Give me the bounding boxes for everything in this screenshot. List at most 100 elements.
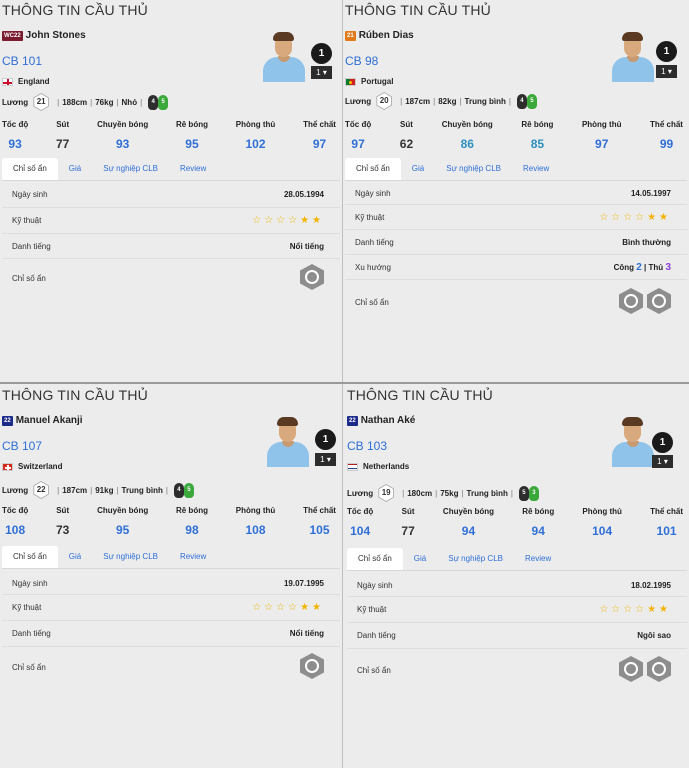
row-label: Danh tiếng [12, 629, 51, 638]
player-info-row: Lương 21 | 188cm | 76kg | Nhỏ | 4 5 [2, 93, 169, 111]
attribute-4: Rê bóng 98 [176, 506, 208, 537]
attribute-5: Phòng thủ 97 [582, 120, 622, 151]
level-select-button[interactable]: 1 ▾ [656, 65, 677, 78]
attribute-value: 97 [595, 137, 609, 151]
level-select-button[interactable]: 1 ▾ [311, 66, 332, 79]
right-foot-value: 5 [526, 93, 537, 109]
tab-review[interactable]: Review [512, 158, 560, 180]
flag-icon [2, 77, 13, 86]
tab-hidden-stats[interactable]: Chỉ số ẩn [345, 158, 401, 180]
tab-hidden-stats[interactable]: Chỉ số ẩn [2, 546, 58, 568]
nation-row: Switzerland [2, 462, 62, 471]
right-foot-value: 5 [158, 94, 169, 110]
tab-hidden-stats[interactable]: Chỉ số ẩn [347, 548, 403, 570]
attribute-value: 108 [5, 523, 26, 537]
card-title: THÔNG TIN CẦU THỦ [2, 2, 148, 18]
attribute-value: 95 [115, 523, 130, 537]
tab-price[interactable]: Giá [58, 158, 92, 180]
weight-value: 75kg [440, 488, 459, 498]
left-foot-value: 4 [148, 94, 159, 110]
attribute-label: Sút [56, 506, 70, 515]
attribute-6: Thể chất 99 [650, 120, 683, 151]
player-info-row: Lương 19 | 180cm | 75kg | Trung bình | 5… [347, 484, 539, 502]
chevron-down-icon: ▾ [661, 457, 668, 466]
attribute-3: Chuyền bóng 95 [97, 506, 148, 537]
tab-club-career[interactable]: Sự nghiệp CLB [437, 548, 514, 570]
reputation-value: Nổi tiếng [289, 629, 324, 638]
trait-icon-1[interactable] [619, 288, 643, 314]
left-foot-value: 5 [518, 485, 529, 501]
attribute-label: Sút [401, 507, 415, 516]
salary-label: Lương [2, 485, 29, 495]
info-tabs: Chỉ số ẩn Giá Sự nghiệp CLB Review [345, 158, 687, 181]
hidden-stats-row: Chỉ số ẩn [2, 647, 340, 687]
birth-date-row: Ngày sinh 18.02.1995 [347, 574, 687, 597]
row-label: Chỉ số ẩn [355, 297, 389, 307]
nation-name: England [18, 77, 50, 86]
row-label: Xu hướng [355, 262, 391, 272]
attribute-label: Chuyền bóng [97, 506, 149, 515]
attribute-value: 97 [312, 137, 327, 151]
main-attributes: Tốc độ 108 Sút 73 Chuyền bóng 95 Rê bóng 98 Phòn… [0, 506, 342, 537]
level-select-button[interactable]: 1 ▾ [315, 453, 336, 466]
trait-icon-2[interactable] [647, 288, 671, 314]
tab-price[interactable]: Giá [403, 548, 437, 570]
attribute-label: Rê bóng [521, 120, 554, 129]
row-label: Danh tiếng [355, 237, 394, 247]
trait-icon-1[interactable] [300, 653, 324, 679]
player-name: Manuel Akanji [15, 415, 83, 426]
attribute-label: Phòng thủ [235, 120, 276, 129]
info-tabs: Chỉ số ẩn Giá Sự nghiệp CLB Review [2, 158, 340, 181]
attribute-value: 97 [351, 137, 365, 151]
tab-review[interactable]: Review [169, 546, 217, 568]
weight-value: 91kg [95, 485, 114, 495]
tab-club-career[interactable]: Sự nghiệp CLB [435, 158, 512, 180]
attribute-label: Thể chất [650, 120, 683, 129]
row-label: Ngày sinh [355, 188, 391, 198]
tab-price[interactable]: Giá [401, 158, 435, 180]
reputation-row: Danh tiếng Bình thường [345, 230, 687, 255]
row-label: Kỹ thuật [355, 212, 385, 222]
body-type-value: Trung bình [464, 96, 506, 106]
player-name: Nathan Aké [360, 415, 416, 426]
tab-club-career[interactable]: Sự nghiệp CLB [92, 158, 169, 180]
birth-date-value: 19.07.1995 [283, 578, 324, 588]
player-card-panel: THÔNG TIN CẦU THỦ 22 Nathan Aké CB 103 N… [345, 385, 689, 768]
card-title: THÔNG TIN CẦU THỦ [345, 2, 491, 18]
trait-icon-1[interactable] [619, 656, 643, 682]
attribute-5: Phòng thủ 104 [582, 507, 622, 538]
tab-review[interactable]: Review [514, 548, 562, 570]
attribute-value: 94 [461, 524, 476, 538]
tab-review[interactable]: Review [169, 158, 217, 180]
trait-icon-2[interactable] [647, 656, 671, 682]
attribute-label: Chuyền bóng [441, 120, 493, 129]
attribute-value: 73 [55, 523, 70, 537]
row-label: Kỹ thuật [12, 216, 42, 225]
trait-icon-1[interactable] [300, 264, 324, 290]
attribute-label: Rê bóng [522, 507, 555, 516]
attribute-3: Chuyền bóng 86 [442, 120, 493, 151]
body-type-value: Nhỏ [121, 97, 138, 107]
player-card-panel: THÔNG TIN CẦU THỦ 21 Rúben Dias CB 98 Po… [343, 0, 689, 381]
row-label: Ngày sinh [357, 580, 393, 590]
tab-club-career[interactable]: Sự nghiệp CLB [92, 546, 169, 568]
hidden-traits [615, 656, 671, 684]
season-badge: 22 [2, 415, 13, 426]
attribute-value: 77 [55, 137, 70, 151]
level-select-button[interactable]: 1 ▾ [652, 455, 673, 468]
player-name: John Stones [25, 30, 86, 41]
attribute-3: Chuyền bóng 94 [443, 507, 494, 538]
attribute-label: Thể chất [303, 506, 336, 515]
attribute-label: Chuyền bóng [442, 507, 495, 516]
tab-hidden-stats[interactable]: Chỉ số ẩn [2, 158, 58, 180]
tab-price[interactable]: Giá [58, 546, 92, 568]
position-rating: CB 101 [2, 54, 43, 68]
attribute-2: Sút 73 [56, 506, 69, 537]
reputation-value: Bình thường [622, 237, 671, 247]
birth-date-value: 28.05.1994 [283, 190, 324, 199]
player-name-row: WC22 John Stones [2, 30, 86, 41]
skill-stars: ☆☆☆☆★★ [252, 602, 324, 613]
chevron-down-icon: ▾ [320, 68, 327, 77]
player-photo [607, 30, 659, 82]
attribute-label: Phòng thủ [581, 120, 622, 129]
